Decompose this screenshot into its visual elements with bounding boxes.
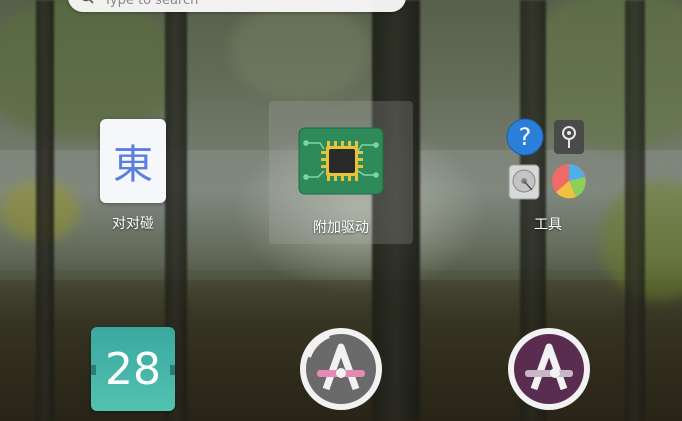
app-tile-additional-drivers[interactable]: 附加驱动 <box>291 127 391 237</box>
desktop-background: 東 对对碰 <box>0 0 682 421</box>
app-label: 对对碰 <box>112 216 154 232</box>
app-store-icon <box>508 328 590 410</box>
app-label: 工具 <box>534 217 562 233</box>
calendar-day: 28 <box>105 343 161 395</box>
background-tree <box>625 0 645 421</box>
disk-icon <box>508 164 540 200</box>
app-store-icon <box>300 328 382 410</box>
pie-chart-icon <box>552 164 586 199</box>
search-icon <box>82 0 94 4</box>
app-folder-tools[interactable]: ? 工具 <box>504 118 592 234</box>
calendar-icon: 28 <box>91 327 175 411</box>
chip-icon <box>298 127 384 195</box>
background-foliage <box>230 0 370 100</box>
app-tile-app-store-2[interactable] <box>507 327 591 411</box>
kana-icon-glyph: 東 <box>113 142 153 188</box>
help-icon: ? <box>506 118 544 156</box>
folder-icon: ? <box>504 118 592 206</box>
background-tree <box>36 0 54 421</box>
app-tile-duiduipeng[interactable]: 東 对对碰 <box>93 119 173 233</box>
app-label: 附加驱动 <box>313 220 369 236</box>
search-input[interactable] <box>102 0 366 9</box>
search-bar[interactable] <box>68 0 406 12</box>
location-pin-icon <box>554 120 584 154</box>
kana-icon: 東 <box>100 119 166 203</box>
svg-text:?: ? <box>519 123 532 151</box>
app-tile-app-store[interactable] <box>299 327 383 411</box>
app-tile-calendar[interactable]: 28 <box>91 327 175 411</box>
